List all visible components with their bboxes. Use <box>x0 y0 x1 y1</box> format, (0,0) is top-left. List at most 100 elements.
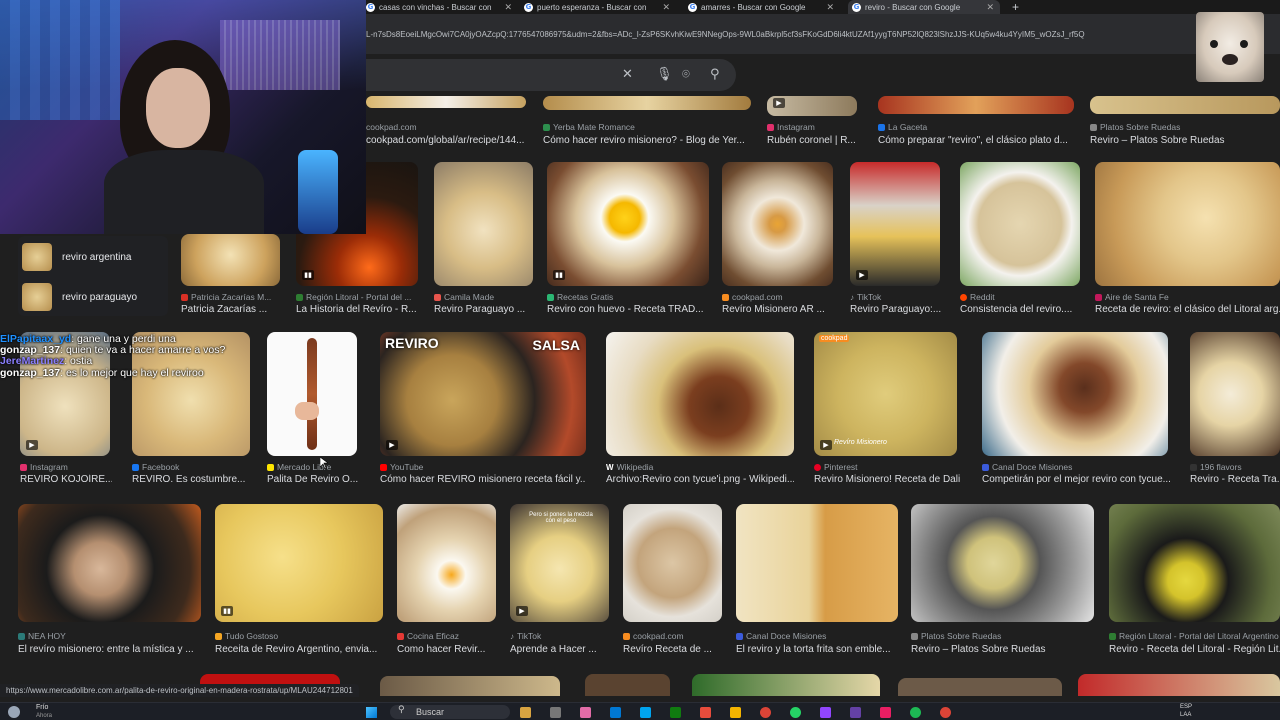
result-image[interactable] <box>434 162 533 286</box>
edge-icon[interactable] <box>640 707 651 718</box>
result-image[interactable] <box>181 234 280 286</box>
result-title[interactable]: cookpad.com/global/ar/recipe/144... <box>366 135 526 146</box>
result-title[interactable]: Reviro – Platos Sobre Ruedas <box>1090 135 1280 146</box>
result-card[interactable]: cookpad.com Revíro Misionero AR ... <box>722 162 834 316</box>
result-image[interactable]: cookpad Revíro Misionero ▶ <box>814 332 957 456</box>
result-image[interactable] <box>898 678 1062 696</box>
result-card[interactable]: Platos Sobre Ruedas Reviro – Platos Sobr… <box>911 504 1095 658</box>
app-icon[interactable] <box>610 707 621 718</box>
app-icon[interactable] <box>880 707 891 718</box>
result-title[interactable]: Revíro Receta de ... <box>623 644 723 655</box>
chrome-icon[interactable] <box>760 707 771 718</box>
result-image[interactable] <box>736 504 898 622</box>
result-card[interactable]: 196 flavors Reviro - Receta Tra... <box>1190 332 1280 486</box>
spotify-icon[interactable] <box>910 707 921 718</box>
tab-puerto-esperanza[interactable]: G puerto esperanza - Buscar con ✕ <box>524 0 670 14</box>
result-title[interactable]: Reviro Paraguayo ... <box>434 304 534 315</box>
task-view-icon[interactable] <box>550 707 561 718</box>
result-title[interactable]: Aprende a Hacer ... <box>510 644 610 655</box>
result-image[interactable] <box>18 504 201 622</box>
result-title[interactable]: Como hacer Revir... <box>397 644 497 655</box>
close-tab-icon[interactable]: ✕ <box>826 2 834 13</box>
search-icon[interactable]: ⚲ <box>710 67 720 82</box>
language-indicator[interactable]: ESP <box>1180 704 1192 710</box>
result-title[interactable]: Receta de reviro: el clásico del Litoral… <box>1095 304 1280 315</box>
tab-reviro[interactable]: G reviro - Buscar con Google ✕ <box>848 0 1000 14</box>
lens-icon[interactable]: ⌾ <box>682 67 690 82</box>
result-image[interactable]: ▮▮ <box>547 162 709 286</box>
result-title[interactable]: El revíro misionero: entre la mística y … <box>18 644 202 655</box>
twitch-icon[interactable] <box>820 707 831 718</box>
result-title[interactable]: La Historia del Revíro - R... <box>296 304 418 315</box>
result-card[interactable]: Pero si pones la mezcla con el peso ▶ ♪ T… <box>510 504 610 658</box>
result-card[interactable]: cookpad Revíro Misionero ▶ Pinterest Rev… <box>814 332 962 486</box>
windows-start-icon[interactable] <box>366 707 377 718</box>
result-image[interactable] <box>623 504 722 622</box>
result-card[interactable]: W Wikipedia Archivo:Reviro con tycue'i.pn… <box>606 332 794 486</box>
result-title[interactable]: Palita De Reviro O... <box>267 474 359 485</box>
new-tab-button[interactable]: + <box>1012 0 1024 14</box>
result-image[interactable] <box>911 504 1094 622</box>
result-card[interactable]: Patricia Zacarías M... Patricia Zacarías… <box>181 234 281 316</box>
result-card[interactable]: Canal Doce Misiones El reviro y la torta… <box>736 504 898 658</box>
result-title[interactable]: El reviro y la torta frita son emble... <box>736 644 898 655</box>
close-tab-icon[interactable]: ✕ <box>504 2 512 13</box>
folder-icon[interactable] <box>730 707 741 718</box>
result-card[interactable]: La Gaceta Cómo preparar "reviro", el clá… <box>878 96 1076 146</box>
result-image[interactable] <box>722 162 833 286</box>
result-title[interactable]: Revíro Misionero AR ... <box>722 304 834 315</box>
taskbar-search[interactable]: ⚲ Buscar <box>390 705 510 719</box>
result-title[interactable]: Patricia Zacarías ... <box>181 304 281 315</box>
result-card[interactable]: Yerba Mate Romance Cómo hacer reviro mis… <box>543 96 751 146</box>
result-title[interactable]: Archivo:Reviro con tycue'i.png - Wikiped… <box>606 474 794 485</box>
weather-icon[interactable] <box>8 706 20 718</box>
result-card[interactable]: REVIRO SALSA ▶ YouTube Cómo hacer REVIRO… <box>380 332 586 486</box>
result-image[interactable] <box>543 96 751 110</box>
result-image[interactable] <box>1078 674 1280 696</box>
result-card[interactable]: Camila Made Reviro Paraguayo ... <box>434 162 534 316</box>
result-image[interactable]: REVIRO SALSA ▶ <box>380 332 586 456</box>
xbox-icon[interactable] <box>670 707 681 718</box>
result-title[interactable]: Cómo preparar "reviro", el clásico plato… <box>878 135 1076 146</box>
result-title[interactable]: Rubén coronel | R... <box>767 135 863 146</box>
result-image[interactable] <box>1109 504 1280 622</box>
suggestion-reviro-argentina[interactable]: reviro argentina <box>22 240 164 274</box>
microphone-icon[interactable]: 🎙 <box>656 67 673 82</box>
close-tab-icon[interactable]: ✕ <box>986 2 994 13</box>
result-title[interactable]: Reviro Paraguayo:... <box>850 304 946 315</box>
result-title[interactable]: REVIRO. Es costumbre... <box>132 474 252 485</box>
chrome-icon[interactable] <box>940 707 951 718</box>
result-card[interactable]: ▶ Instagram Rubén coronel | R... <box>767 96 863 146</box>
result-image[interactable]: ▶ <box>850 162 940 286</box>
result-image[interactable] <box>366 96 526 108</box>
result-image[interactable] <box>1090 96 1280 114</box>
result-card[interactable]: Región Litoral - Portal del Litoral Arge… <box>1109 504 1280 658</box>
result-card[interactable]: Platos Sobre Ruedas Reviro – Platos Sobr… <box>1090 96 1280 146</box>
result-image[interactable]: ▮▮ <box>215 504 383 622</box>
result-card[interactable]: cookpad.com cookpad.com/global/ar/recipe… <box>366 96 526 146</box>
result-image[interactable]: ▶ <box>767 96 857 116</box>
result-image[interactable] <box>692 674 880 696</box>
result-image[interactable] <box>606 332 794 456</box>
result-card[interactable]: ▶ ♪ TikTok Reviro Paraguayo:... <box>850 162 946 316</box>
close-tab-icon[interactable]: ✕ <box>662 2 670 13</box>
result-image[interactable] <box>878 96 1074 114</box>
result-image[interactable] <box>1095 162 1280 286</box>
suggestion-reviro-paraguayo[interactable]: reviro paraguayo <box>22 280 164 314</box>
result-card[interactable]: Canal Doce Misiones Competirán por el me… <box>982 332 1170 486</box>
app-icon[interactable] <box>700 707 711 718</box>
whatsapp-icon[interactable] <box>790 707 801 718</box>
result-title[interactable]: Reviro Misionero! Receta de Dali <box>814 474 962 485</box>
url-field[interactable]: L-n7sDs8EoeiLMgcOwi7CA0jyOAZcpQ:17765470… <box>366 30 1206 39</box>
result-title[interactable]: Cómo hacer REVIRO misionero receta fácil… <box>380 474 586 485</box>
result-card[interactable]: NEA HOY El revíro misionero: entre la mí… <box>18 504 202 658</box>
app-icon[interactable] <box>520 707 531 718</box>
result-card[interactable]: Aire de Santa Fe Receta de reviro: el cl… <box>1095 162 1280 316</box>
search-input[interactable]: ✕ 🎙 ⌾ ⚲ <box>366 59 736 91</box>
result-title[interactable]: REVIRO KOJOÍRE... <box>20 474 112 485</box>
result-card[interactable]: Reddit Consistencia del reviro.... <box>960 162 1082 316</box>
app-icon[interactable] <box>580 707 591 718</box>
tab-amarres[interactable]: G amarres - Buscar con Google ✕ <box>688 0 834 14</box>
result-image[interactable] <box>380 676 560 696</box>
result-card[interactable]: Cocina Eficaz Como hacer Revir... <box>397 504 497 658</box>
